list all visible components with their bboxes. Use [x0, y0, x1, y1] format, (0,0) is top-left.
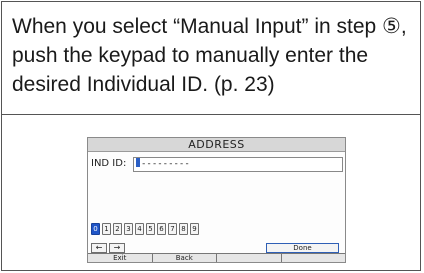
keypad-key-2[interactable]: 2 — [113, 223, 122, 235]
keypad-key-7[interactable]: 7 — [168, 223, 177, 235]
right-arrow-key[interactable]: → — [109, 243, 125, 253]
manual-page-frame: When you select “Manual Input” in step ⑤… — [1, 1, 421, 271]
left-arrow-key[interactable]: ← — [91, 243, 107, 253]
ind-id-field[interactable]: --------- — [133, 157, 343, 172]
ind-id-value: --------- — [141, 159, 190, 169]
softkey-bar: Exit Back — [88, 253, 345, 262]
softkey-back[interactable]: Back — [153, 254, 217, 262]
keypad-key-6[interactable]: 6 — [157, 223, 166, 235]
keypad-key-4[interactable]: 4 — [135, 223, 144, 235]
keypad-key-5[interactable]: 5 — [146, 223, 155, 235]
softkey-exit[interactable]: Exit — [88, 254, 153, 262]
instruction-text: When you select “Manual Input” in step ⑤… — [2, 2, 420, 115]
number-keypad: 0123456789 — [91, 223, 199, 235]
text-cursor — [136, 158, 140, 167]
softkey-blank-3[interactable] — [282, 254, 346, 262]
keypad-key-0[interactable]: 0 — [91, 223, 100, 235]
cursor-arrows: ← → — [91, 243, 125, 253]
ind-id-label: IND ID: — [91, 158, 127, 169]
keypad-key-1[interactable]: 1 — [102, 223, 111, 235]
radio-screen: ADDRESS IND ID: --------- 0123456789 ← →… — [87, 137, 346, 263]
done-button[interactable]: Done — [266, 243, 339, 253]
screen-title: ADDRESS — [88, 138, 345, 152]
softkey-blank-2[interactable] — [217, 254, 282, 262]
keypad-key-9[interactable]: 9 — [190, 223, 199, 235]
keypad-key-3[interactable]: 3 — [124, 223, 133, 235]
keypad-key-8[interactable]: 8 — [179, 223, 188, 235]
